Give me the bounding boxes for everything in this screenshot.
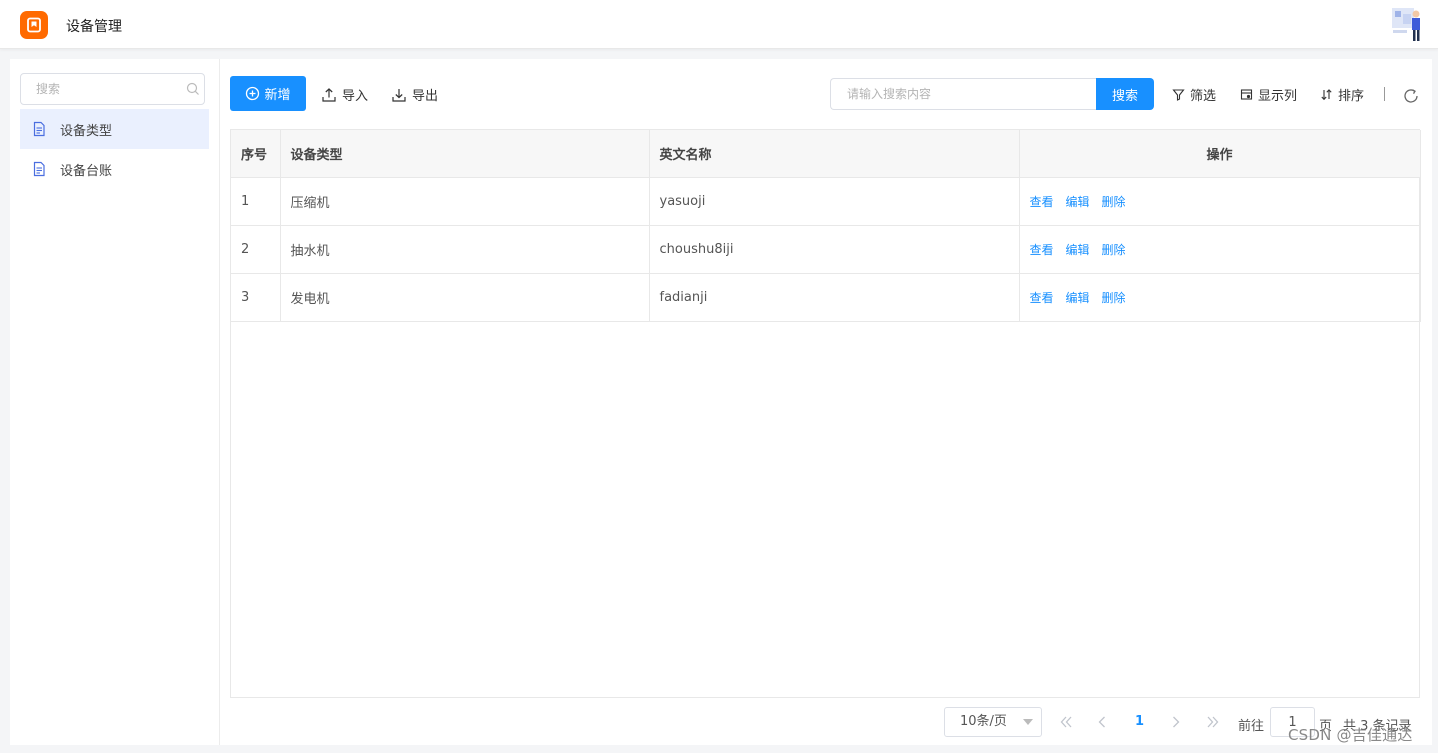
plus-circle-icon [246, 86, 260, 101]
next-page-icon[interactable] [1168, 714, 1184, 730]
watermark: CSDN @吉佳通达 [1288, 726, 1413, 744]
top-bar: 设备管理 [0, 0, 1438, 49]
filter-label: 筛选 [1190, 89, 1217, 104]
caret-down-icon [1023, 719, 1033, 725]
column-header-english[interactable]: 英文名称 [649, 130, 1020, 178]
last-page-icon[interactable] [1205, 714, 1221, 730]
cell-english: yasuoji [649, 177, 1020, 226]
cell-index: 3 [231, 273, 281, 322]
search-button[interactable]: 搜索 [1096, 78, 1154, 110]
sidebar: 设备类型 设备台账 [10, 59, 220, 745]
sidebar-item-label: 设备台账 [60, 163, 113, 179]
delete-link[interactable]: 删除 [1102, 195, 1126, 209]
cell-type: 压缩机 [280, 177, 650, 226]
filter-button[interactable]: 筛选 [1172, 85, 1216, 104]
filter-icon [1172, 89, 1185, 101]
edit-link[interactable]: 编辑 [1066, 291, 1090, 305]
columns-button[interactable]: 显示列 [1240, 85, 1297, 104]
page-number-current[interactable]: 1 [1135, 714, 1144, 729]
toolbar-divider [1384, 87, 1385, 101]
cell-type: 抽水机 [280, 225, 650, 274]
export-button[interactable]: 导出 [391, 85, 438, 104]
search-icon[interactable] [186, 82, 200, 96]
refresh-icon[interactable] [1402, 87, 1420, 105]
view-link[interactable]: 查看 [1030, 291, 1054, 305]
main-panel: 新增 导入 导出 搜索 筛选 显示列 排序 序号 设备类型 [220, 59, 1432, 745]
column-header-index[interactable]: 序号 [231, 130, 281, 178]
data-table: 序号 设备类型 英文名称 操作 1 压缩机 yasuoji 查看编辑删除 2 [230, 129, 1421, 698]
import-button[interactable]: 导入 [321, 85, 368, 104]
cell-type: 发电机 [280, 273, 650, 322]
sidebar-item-device-type[interactable]: 设备类型 [20, 109, 209, 149]
cell-actions: 查看 编辑 删除 [1019, 225, 1421, 274]
table-header-row: 序号 设备类型 英文名称 操作 [231, 130, 1421, 178]
sidebar-item-label: 设备类型 [60, 123, 113, 139]
search-input[interactable] [831, 79, 1097, 109]
column-header-type[interactable]: 设备类型 [280, 130, 650, 178]
table-row[interactable]: 2 抽水机 choushu8iji 查看 编辑 删除 [231, 225, 1421, 274]
import-label: 导入 [342, 89, 369, 104]
delete-link[interactable]: 删除 [1102, 291, 1126, 305]
upload-icon [322, 87, 336, 102]
cell-actions: 查看 编辑 删除 [1019, 177, 1421, 226]
sidebar-item-device-ledger[interactable]: 设备台账 [20, 149, 209, 189]
add-button[interactable]: 新增 [230, 76, 306, 111]
table-row[interactable]: 1 压缩机 yasuoji 查看 编辑 删除 [231, 177, 1421, 226]
page-size-value: 10条/页 [960, 714, 1007, 729]
page-size-select[interactable]: 10条/页 [944, 707, 1042, 737]
search-box [830, 78, 1097, 110]
goto-prefix: 前往 [1238, 719, 1265, 734]
export-label: 导出 [412, 89, 439, 104]
column-header-actions[interactable]: 操作 [1019, 130, 1421, 178]
cell-english: choushu8iji [649, 225, 1020, 274]
columns-label: 显示列 [1258, 89, 1298, 104]
cell-index: 1 [231, 177, 281, 226]
table-row[interactable]: 3 发电机 fadianji 查看 编辑 删除 [231, 273, 1421, 322]
document-icon [33, 121, 45, 137]
prev-page-icon[interactable] [1094, 714, 1110, 730]
sidebar-search-input[interactable] [21, 74, 204, 104]
cell-index: 2 [231, 225, 281, 274]
cell-english: fadianji [649, 273, 1020, 322]
download-icon [392, 88, 406, 102]
view-link[interactable]: 查看 [1030, 243, 1054, 257]
user-avatar[interactable] [1390, 6, 1424, 42]
add-button-label: 新增 [264, 88, 291, 103]
app-logo-icon[interactable] [20, 11, 48, 39]
view-link[interactable]: 查看 [1030, 195, 1054, 209]
sidebar-search [20, 73, 205, 105]
first-page-icon[interactable] [1058, 714, 1074, 730]
document-icon [33, 161, 45, 177]
cell-actions: 查看 编辑 删除 [1019, 273, 1421, 322]
edit-link[interactable]: 编辑 [1066, 195, 1090, 209]
sort-icon [1321, 89, 1332, 101]
edit-link[interactable]: 编辑 [1066, 243, 1090, 257]
sort-button[interactable]: 排序 [1320, 85, 1364, 104]
delete-link[interactable]: 删除 [1102, 243, 1126, 257]
app-title: 设备管理 [66, 19, 122, 35]
sort-label: 排序 [1338, 89, 1365, 104]
columns-icon [1240, 89, 1253, 100]
